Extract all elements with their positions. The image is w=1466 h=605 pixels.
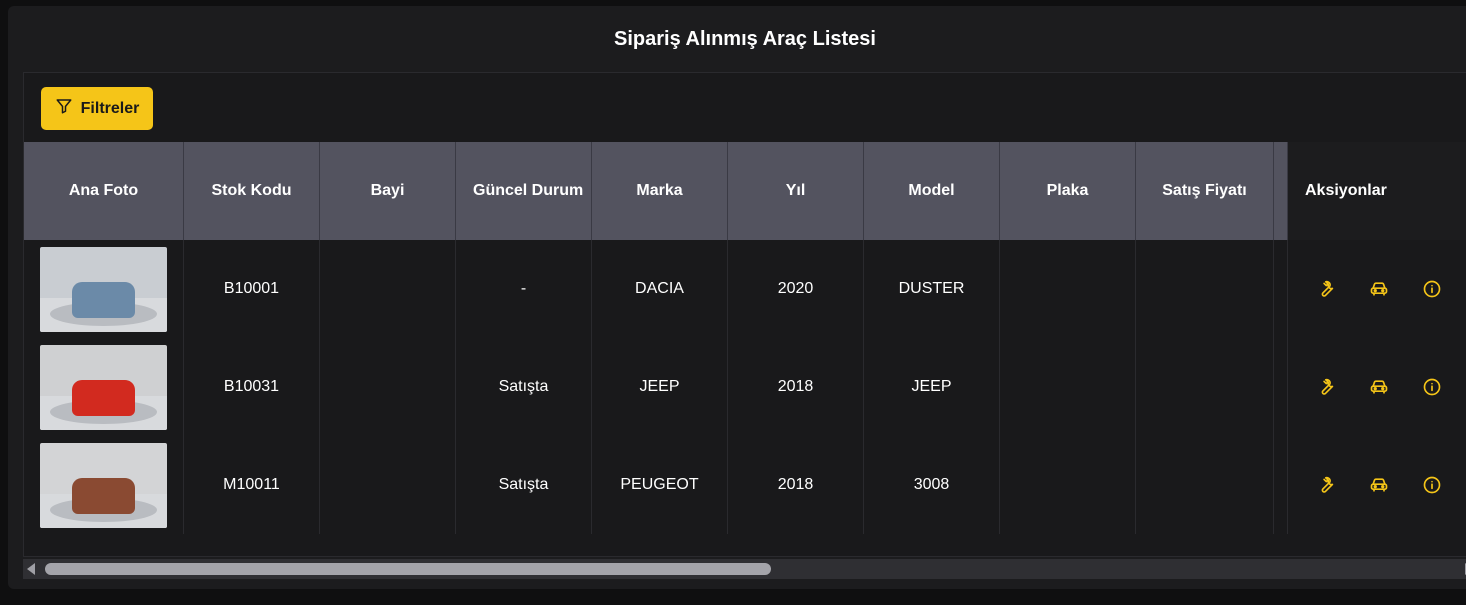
- plaka-cell: [1000, 338, 1136, 436]
- info-icon[interactable]: [1421, 474, 1443, 496]
- vehicle-photo-cell: [24, 240, 184, 338]
- bayi-cell: [320, 436, 456, 534]
- filter-icon: [55, 97, 73, 120]
- fiyat-cell: [1136, 436, 1274, 534]
- column-header-spacer: [1274, 142, 1288, 240]
- yil-cell: 2018: [728, 338, 864, 436]
- bayi-cell: [320, 338, 456, 436]
- table-row[interactable]: M10011 Satışta PEUGEOT 2018 3008: [24, 436, 1466, 534]
- column-header-yil[interactable]: Yıl: [728, 142, 864, 240]
- row-spacer: [1274, 240, 1288, 338]
- yil-cell: 2020: [728, 240, 864, 338]
- car-shape: [72, 379, 135, 416]
- stok-kodu-cell: B10001: [184, 240, 320, 338]
- model-cell: DUSTER: [864, 240, 1000, 338]
- vehicle-photo-cell: [24, 338, 184, 436]
- horizontal-scrollbar[interactable]: [23, 559, 1466, 579]
- table-body: B10001 - DACIA 2020 DUSTER B10031 Satışt…: [24, 240, 1466, 534]
- info-icon[interactable]: [1421, 376, 1443, 398]
- fiyat-cell: [1136, 240, 1274, 338]
- durum-cell: Satışta: [456, 338, 592, 436]
- yil-cell: 2018: [728, 436, 864, 534]
- wrench-icon[interactable]: [1315, 278, 1337, 300]
- fiyat-cell: [1136, 338, 1274, 436]
- scroll-left-arrow-icon[interactable]: [27, 563, 35, 575]
- column-header-model[interactable]: Model: [864, 142, 1000, 240]
- vehicle-photo[interactable]: [40, 246, 167, 332]
- car-shape: [72, 477, 135, 514]
- info-icon[interactable]: [1421, 278, 1443, 300]
- vehicle-photo-cell: [24, 436, 184, 534]
- table-row[interactable]: B10001 - DACIA 2020 DUSTER: [24, 240, 1466, 338]
- vehicle-photo[interactable]: [40, 442, 167, 528]
- scrollbar-thumb[interactable]: [45, 563, 771, 575]
- row-spacer: [1274, 436, 1288, 534]
- model-cell: 3008: [864, 436, 1000, 534]
- column-header-marka[interactable]: Marka: [592, 142, 728, 240]
- table-header: Ana Foto Stok Kodu Bayi Güncel Durum Mar…: [24, 142, 1466, 240]
- column-header-plaka[interactable]: Plaka: [1000, 142, 1136, 240]
- durum-cell: Satışta: [456, 436, 592, 534]
- column-header-ana-foto[interactable]: Ana Foto: [24, 142, 184, 240]
- car-icon[interactable]: [1368, 278, 1390, 300]
- durum-cell: -: [456, 240, 592, 338]
- plaka-cell: [1000, 436, 1136, 534]
- stok-kodu-cell: B10031: [184, 338, 320, 436]
- table-panel: Filtreler Ana Foto Stok Kodu Bayi Güncel…: [23, 72, 1466, 557]
- vehicle-list-card: Sipariş Alınmış Araç Listesi Filtreler A…: [8, 6, 1466, 589]
- table-row[interactable]: B10031 Satışta JEEP 2018 JEEP: [24, 338, 1466, 436]
- filters-button[interactable]: Filtreler: [41, 87, 153, 130]
- actions-cell: [1288, 436, 1466, 534]
- marka-cell: DACIA: [592, 240, 728, 338]
- column-header-stok-kodu[interactable]: Stok Kodu: [184, 142, 320, 240]
- column-header-satis-fiyati[interactable]: Satış Fiyatı: [1136, 142, 1274, 240]
- marka-cell: PEUGEOT: [592, 436, 728, 534]
- filters-button-label: Filtreler: [80, 99, 140, 117]
- bayi-cell: [320, 240, 456, 338]
- car-icon[interactable]: [1368, 376, 1390, 398]
- car-shape: [72, 281, 135, 318]
- plaka-cell: [1000, 240, 1136, 338]
- wrench-icon[interactable]: [1315, 376, 1337, 398]
- actions-cell: [1288, 338, 1466, 436]
- car-icon[interactable]: [1368, 474, 1390, 496]
- marka-cell: JEEP: [592, 338, 728, 436]
- column-header-aksiyonlar: Aksiyonlar: [1288, 142, 1466, 240]
- column-header-guncel-durum[interactable]: Güncel Durum: [456, 142, 592, 240]
- wrench-icon[interactable]: [1315, 474, 1337, 496]
- actions-cell: [1288, 240, 1466, 338]
- column-header-bayi[interactable]: Bayi: [320, 142, 456, 240]
- stok-kodu-cell: M10011: [184, 436, 320, 534]
- vehicle-photo[interactable]: [40, 344, 167, 430]
- row-spacer: [1274, 338, 1288, 436]
- model-cell: JEEP: [864, 338, 1000, 436]
- page-title: Sipariş Alınmış Araç Listesi: [614, 28, 876, 50]
